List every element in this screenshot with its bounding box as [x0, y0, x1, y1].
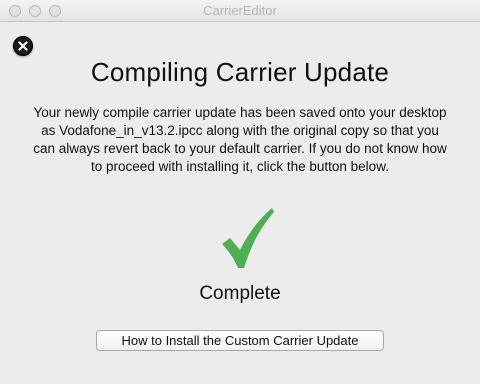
status-label: Complete [199, 283, 281, 304]
close-x-icon[interactable] [13, 36, 33, 56]
dialog-heading: Compiling Carrier Update [90, 57, 390, 87]
window-title: CarrierEditor [203, 3, 277, 18]
title-bar: CarrierEditor [0, 0, 480, 22]
checkmark-icon [220, 206, 276, 270]
dialog-message: Your newly compile carrier update has be… [33, 105, 447, 174]
install-instructions-button[interactable]: How to Install the Custom Carrier Update [96, 330, 384, 351]
app-window: CarrierEditor Compiling Carrier Update Y… [0, 0, 480, 384]
